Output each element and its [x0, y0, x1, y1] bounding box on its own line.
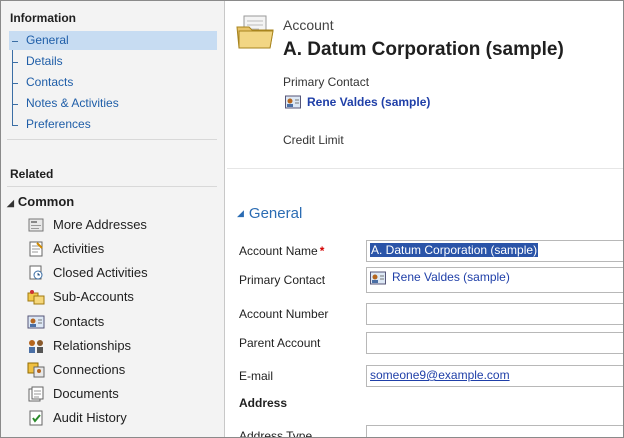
primary-contact-value: Rene Valdes (sample)	[392, 270, 510, 284]
email-label: E-mail	[239, 369, 274, 383]
related-item-documents[interactable]: Documents	[25, 383, 217, 405]
account-name-field[interactable]: A. Datum Corporation (sample)	[366, 240, 623, 262]
header-credit-limit-label: Credit Limit	[283, 133, 344, 147]
information-heading: Information	[10, 11, 76, 25]
related-item-activities[interactable]: Activities	[25, 238, 217, 260]
primary-contact-label: Primary Contact	[239, 273, 326, 287]
related-item-label: More Addresses	[53, 217, 147, 232]
nav-divider	[7, 139, 217, 140]
related-item-connections[interactable]: Connections	[25, 359, 217, 381]
contact-card-icon	[285, 95, 301, 109]
address-type-label: Address Type	[239, 429, 313, 438]
nav-link-contacts[interactable]: Contacts	[9, 73, 217, 92]
contact-card-icon	[370, 271, 386, 285]
related-item-audit-history[interactable]: Audit History	[25, 407, 217, 429]
primary-contact-lookup-link[interactable]: Rene Valdes (sample)	[370, 270, 510, 285]
address-heading: Address	[239, 396, 288, 410]
common-group-header[interactable]: ◢ Common	[7, 194, 74, 209]
collapse-triangle-icon: ◢	[7, 198, 14, 208]
header-primary-contact-value: Rene Valdes (sample)	[307, 95, 431, 109]
related-item-label: Closed Activities	[53, 265, 148, 280]
parent-account-label: Parent Account	[239, 336, 321, 350]
sub-accounts-icon	[27, 290, 45, 305]
related-item-label: Connections	[53, 362, 126, 377]
related-item-label: Sub-Accounts	[53, 289, 134, 304]
related-item-relationships[interactable]: Relationships	[25, 335, 217, 357]
activities-icon	[29, 241, 43, 257]
account-name-label: Account Name *	[239, 244, 324, 258]
header-primary-contact-label: Primary Contact	[283, 75, 370, 89]
nav-link-preferences[interactable]: Preferences	[9, 115, 217, 134]
email-link[interactable]: someone9@example.com	[370, 368, 510, 382]
relationships-icon	[29, 340, 43, 353]
section-title: General	[248, 205, 303, 222]
related-item-sub-accounts[interactable]: Sub-Accounts	[25, 286, 217, 308]
form-body: Account A. Datum Corporation (sample) Pr…	[227, 1, 623, 438]
related-item-label: Contacts	[53, 314, 105, 329]
record-title: A. Datum Corporation (sample)	[283, 39, 564, 60]
parent-account-lookup[interactable]	[366, 332, 623, 354]
related-heading: Related	[10, 167, 54, 181]
entity-type-label: Account	[283, 17, 334, 33]
primary-contact-lookup[interactable]: Rene Valdes (sample)	[366, 267, 623, 293]
related-item-more-addresses[interactable]: More Addresses	[25, 214, 217, 236]
common-heading: Common	[17, 194, 75, 209]
left-navigation: Information General Details Contacts Not…	[1, 1, 225, 437]
collapse-triangle-icon: ◢	[237, 208, 244, 218]
address-type-field[interactable]	[366, 425, 623, 437]
account-folder-icon	[236, 15, 274, 49]
required-marker: *	[319, 244, 325, 258]
nav-link-notes-activities[interactable]: Notes & Activities	[9, 94, 217, 113]
field-label-text: Account Name	[239, 244, 318, 258]
related-item-closed-activities[interactable]: Closed Activities	[25, 262, 217, 284]
related-item-label: Activities	[53, 241, 105, 256]
connections-icon	[27, 362, 45, 378]
email-field[interactable]: someone9@example.com	[366, 365, 623, 387]
nav-link-general[interactable]: General	[9, 31, 217, 50]
nav-divider	[7, 186, 217, 187]
related-item-contacts[interactable]: Contacts	[25, 311, 217, 333]
related-item-label: Relationships	[53, 338, 132, 353]
address-book-icon	[28, 218, 44, 232]
related-item-label: Audit History	[53, 410, 127, 425]
account-form-window: Information General Details Contacts Not…	[0, 0, 624, 438]
account-number-label: Account Number	[239, 307, 329, 321]
general-section-header[interactable]: ◢ General	[237, 205, 302, 222]
account-number-field[interactable]	[366, 303, 623, 325]
header-primary-contact-link[interactable]: Rene Valdes (sample)	[285, 93, 430, 111]
account-name-value: A. Datum Corporation (sample)	[370, 243, 539, 257]
audit-history-icon	[29, 410, 43, 426]
related-item-label: Documents	[53, 386, 119, 401]
nav-link-details[interactable]: Details	[9, 52, 217, 71]
documents-icon	[28, 386, 44, 402]
form-header: Account A. Datum Corporation (sample) Pr…	[227, 1, 623, 169]
closed-activities-icon	[29, 265, 43, 280]
contact-card-icon	[27, 315, 45, 329]
